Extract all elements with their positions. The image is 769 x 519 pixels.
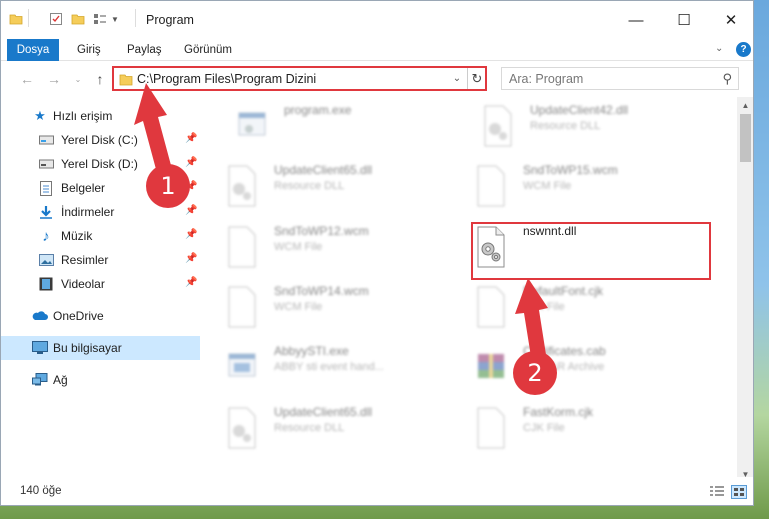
step-marker-2: 2 (513, 351, 557, 395)
annotation-arrows (134, 83, 548, 363)
step-marker-1: 1 (146, 164, 190, 208)
explorer-window: ▼ Program — ☐ ✕ Dosya Giriş Paylaş Görün… (0, 0, 754, 506)
